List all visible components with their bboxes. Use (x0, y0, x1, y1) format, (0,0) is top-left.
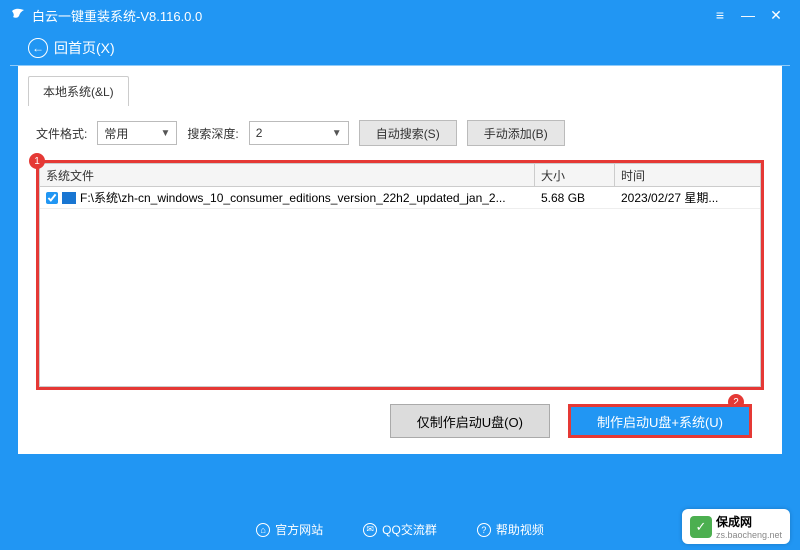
table-header: 系统文件 大小 时间 (39, 163, 761, 187)
watermark-logo-icon: ✓ (690, 516, 712, 538)
footer-help[interactable]: ? 帮助视频 (477, 521, 544, 538)
footer: ⌂ 官方网站 ✉ QQ交流群 ? 帮助视频 (0, 521, 800, 538)
col-time[interactable]: 时间 (615, 167, 760, 184)
menu-icon[interactable]: ≡ (706, 7, 734, 23)
minimize-button[interactable]: — (734, 7, 762, 23)
row-checkbox[interactable] (46, 192, 58, 204)
row-time: 2023/02/27 星期... (615, 189, 760, 206)
watermark: ✓ 保成网 zs.baocheng.net (682, 509, 790, 544)
chevron-down-icon: ▼ (160, 128, 170, 139)
table-body: F:\系统\zh-cn_windows_10_consumer_editions… (39, 187, 761, 387)
auto-search-button[interactable]: 自动搜索(S) (359, 120, 457, 146)
col-size[interactable]: 大小 (535, 164, 615, 186)
home-icon: ⌂ (256, 523, 270, 537)
footer-qq[interactable]: ✉ QQ交流群 (363, 521, 437, 538)
file-format-label: 文件格式: (36, 125, 87, 142)
back-row[interactable]: ← 回首页(X) (10, 30, 790, 66)
chat-icon: ✉ (363, 523, 377, 537)
search-depth-select[interactable]: 2 ▼ (249, 121, 349, 145)
tab-local-system[interactable]: 本地系统(&L) (28, 76, 129, 106)
footer-site[interactable]: ⌂ 官方网站 (256, 521, 323, 538)
help-icon: ? (477, 523, 491, 537)
bottom-buttons: 仅制作启动U盘(O) 2 制作启动U盘+系统(U) (18, 404, 782, 454)
file-format-select[interactable]: 常用 ▼ (97, 121, 177, 145)
row-size: 5.68 GB (535, 191, 615, 205)
close-button[interactable]: ✕ (762, 7, 790, 24)
chevron-down-icon: ▼ (332, 128, 342, 139)
table-row[interactable]: F:\系统\zh-cn_windows_10_consumer_editions… (40, 187, 760, 209)
make-udisk-system-button[interactable]: 制作启动U盘+系统(U) (568, 404, 752, 438)
file-icon (62, 192, 76, 204)
annotation-marker-1: 1 (29, 153, 45, 169)
main-panel: 本地系统(&L) 文件格式: 常用 ▼ 搜索深度: 2 ▼ 自动搜索(S) 手动… (18, 66, 782, 454)
search-depth-label: 搜索深度: (187, 125, 238, 142)
back-arrow-icon: ← (28, 38, 48, 58)
col-file[interactable]: 系统文件 (40, 164, 535, 186)
system-table: 1 系统文件 大小 时间 F:\系统\zh-cn_windows_10_cons… (36, 160, 764, 390)
watermark-name: 保成网 (716, 513, 782, 530)
app-logo-icon (10, 7, 26, 24)
titlebar: 白云一键重装系统-V8.116.0.0 ≡ — ✕ (0, 0, 800, 30)
manual-add-button[interactable]: 手动添加(B) (467, 120, 565, 146)
watermark-url: zs.baocheng.net (716, 530, 782, 540)
row-path: F:\系统\zh-cn_windows_10_consumer_editions… (80, 189, 506, 206)
make-udisk-only-button[interactable]: 仅制作启动U盘(O) (390, 404, 550, 438)
back-label: 回首页(X) (54, 38, 115, 58)
controls-row: 文件格式: 常用 ▼ 搜索深度: 2 ▼ 自动搜索(S) 手动添加(B) (18, 106, 782, 160)
app-title: 白云一键重装系统-V8.116.0.0 (32, 6, 202, 25)
